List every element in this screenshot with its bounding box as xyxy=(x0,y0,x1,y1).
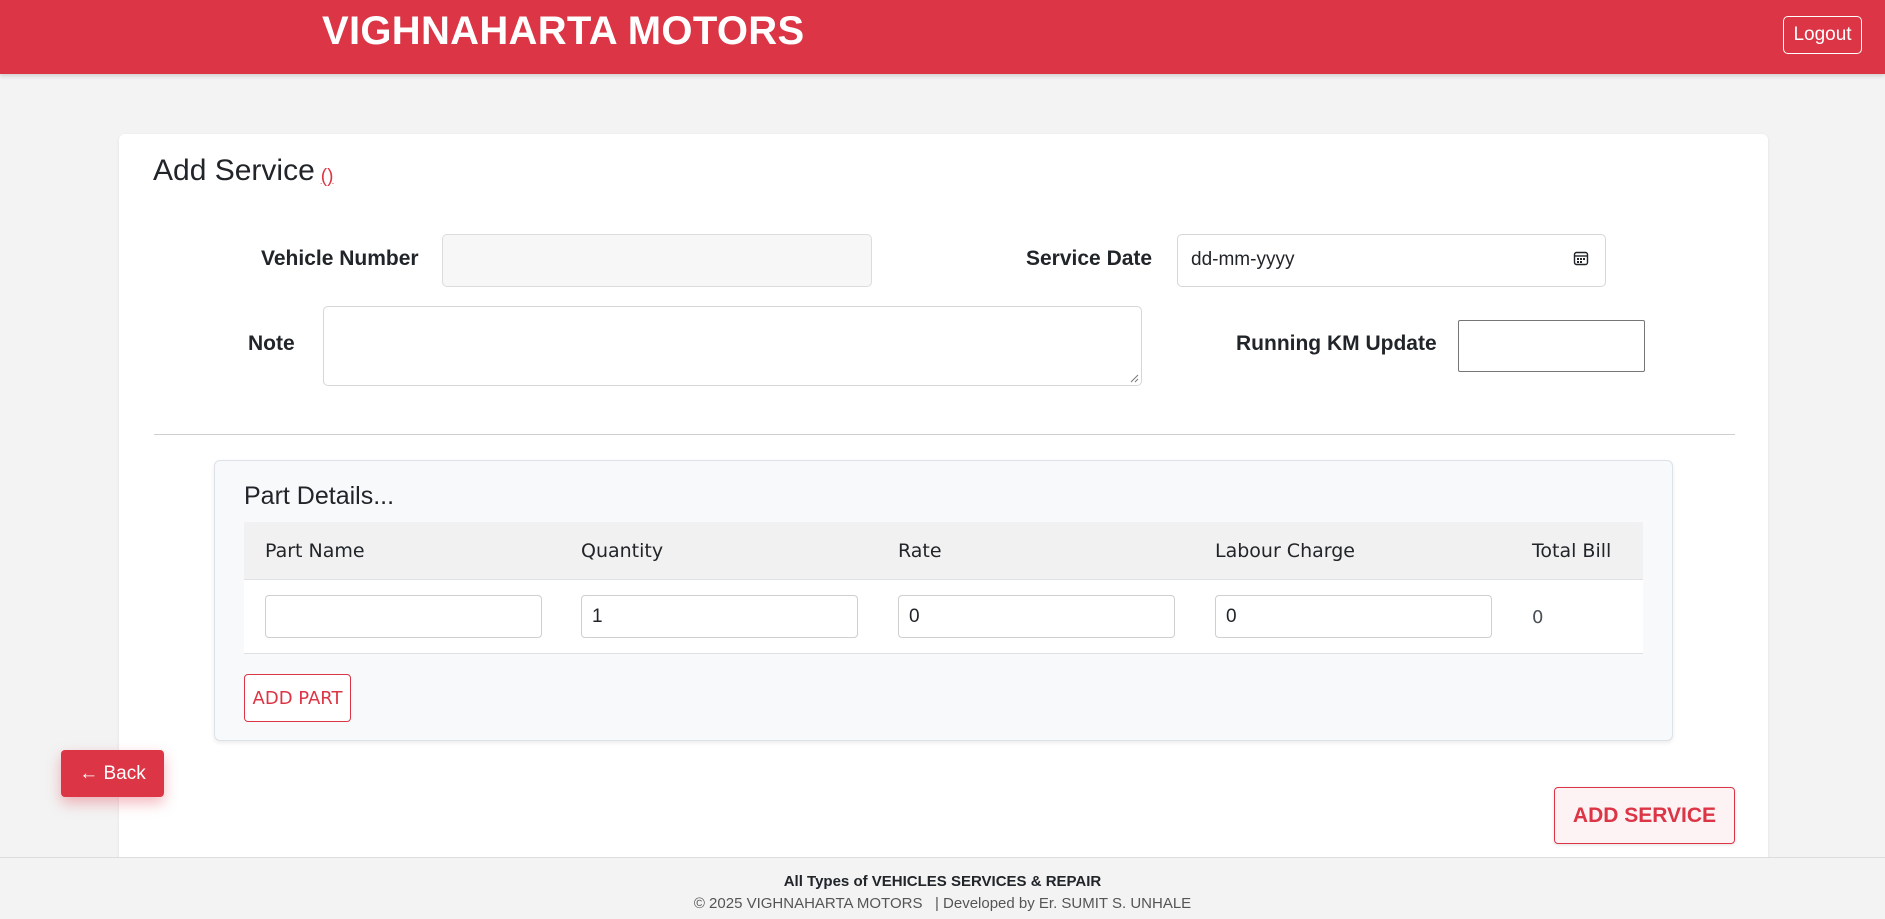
quantity-input[interactable] xyxy=(581,595,858,638)
column-header-labour-charge: Labour Charge xyxy=(1215,540,1355,562)
total-bill-value: 0 xyxy=(1532,607,1544,628)
column-header-quantity: Quantity xyxy=(581,540,664,562)
vehicle-number-input[interactable] xyxy=(442,234,872,287)
part-details-title: Part Details... xyxy=(244,482,395,510)
column-header-rate: Rate xyxy=(898,540,942,562)
top-navbar: VIGHNAHARTA MOTORS Logout xyxy=(0,0,1885,74)
footer-tagline: All Types of VEHICLES SERVICES & REPAIR xyxy=(783,873,1102,890)
brand-title: VIGHNAHARTA MOTORS xyxy=(322,9,805,53)
vehicle-number-label: Vehicle Number xyxy=(261,247,419,270)
footer: All Types of VEHICLES SERVICES & REPAIR … xyxy=(0,857,1885,919)
column-header-part-name: Part Name xyxy=(265,540,365,562)
column-header-total-bill: Total Bill xyxy=(1532,540,1612,562)
page-title: Add Service() xyxy=(153,154,333,188)
table-row: 0 xyxy=(244,580,1643,654)
section-divider xyxy=(154,434,1735,435)
service-date-placeholder: dd-mm-yyyy xyxy=(1191,249,1295,270)
logout-button[interactable]: Logout xyxy=(1783,16,1862,54)
add-part-button[interactable]: ADD PART xyxy=(244,674,351,722)
note-label: Note xyxy=(248,332,295,355)
service-date-input[interactable]: dd-mm-yyyy xyxy=(1177,234,1606,287)
resize-grip-icon[interactable] xyxy=(1129,373,1139,383)
add-service-button[interactable]: ADD SERVICE xyxy=(1554,787,1735,844)
rate-input[interactable] xyxy=(898,595,1175,638)
running-km-input[interactable] xyxy=(1458,320,1645,372)
calendar-icon[interactable] xyxy=(1573,250,1589,266)
page-title-text: Add Service xyxy=(153,154,315,187)
back-button[interactable]: ← Back xyxy=(61,750,164,797)
page-title-suffix: () xyxy=(320,166,334,187)
part-name-input[interactable] xyxy=(265,595,542,638)
footer-copyright: © 2025 VIGHNAHARTA MOTORS | Developed by… xyxy=(693,895,1192,912)
note-textarea[interactable] xyxy=(323,306,1142,386)
labour-charge-input[interactable] xyxy=(1215,595,1492,638)
service-date-label: Service Date xyxy=(1026,247,1153,270)
running-km-label: Running KM Update xyxy=(1236,332,1437,355)
parts-table-header: Part Name Quantity Rate Labour Charge To… xyxy=(244,522,1643,580)
